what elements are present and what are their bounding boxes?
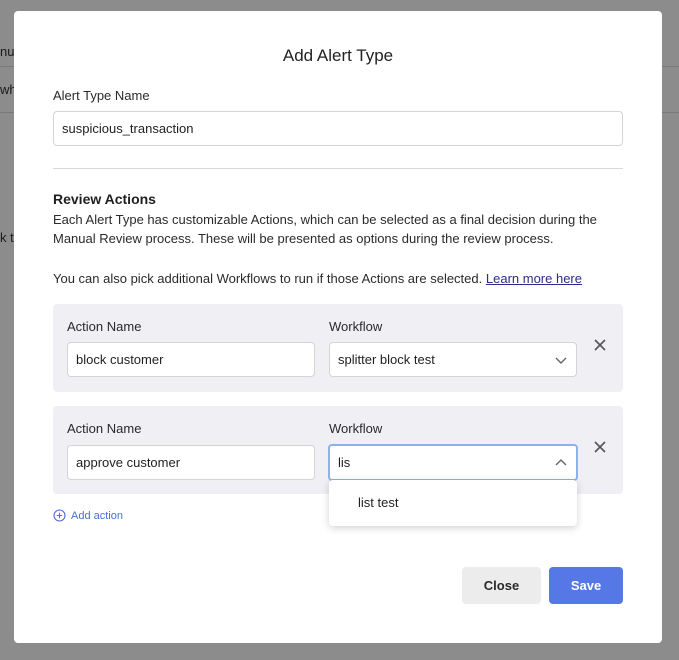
add-action-button[interactable]: Add action (53, 509, 123, 522)
add-alert-type-dialog: Add Alert Type Alert Type Name suspiciou… (14, 11, 662, 643)
action-card: Action Name block customer Workflow spli… (53, 304, 623, 392)
dialog-title: Add Alert Type (282, 46, 394, 65)
chevron-up-icon (555, 458, 567, 465)
review-actions-description: Each Alert Type has customizable Actions… (53, 212, 597, 246)
action-name-label: Action Name (67, 421, 142, 436)
alert-type-name-label: Alert Type Name (53, 88, 150, 103)
learn-more-link[interactable]: Learn more here (486, 271, 582, 286)
action-name-label: Action Name (67, 319, 142, 334)
save-button[interactable]: Save (549, 567, 623, 604)
plus-circle-icon (53, 509, 66, 522)
workflows-description-text: You can also pick additional Workflows t… (53, 271, 483, 286)
section-divider (53, 168, 623, 169)
workflows-description: You can also pick additional Workflows t… (53, 269, 633, 288)
workflow-label: Workflow (329, 421, 383, 436)
workflow-select[interactable]: lis (328, 444, 578, 481)
workflow-search-input[interactable]: lis (338, 455, 350, 470)
workflow-label: Workflow (329, 319, 383, 334)
action-name-input[interactable]: block customer (67, 342, 315, 377)
close-icon[interactable] (592, 337, 608, 353)
workflow-dropdown-menu: list test (329, 480, 577, 526)
chevron-down-icon (555, 357, 567, 364)
alert-type-name-input[interactable]: suspicious_transaction (53, 111, 623, 146)
close-button[interactable]: Close (462, 567, 541, 604)
workflow-select-value: splitter block test (338, 352, 435, 367)
close-icon[interactable] (592, 439, 608, 455)
add-action-label: Add action (71, 509, 123, 522)
dropdown-option[interactable]: list test (358, 495, 398, 510)
review-actions-heading: Review Actions (53, 191, 156, 207)
workflow-select[interactable]: splitter block test (329, 342, 577, 377)
action-name-input[interactable]: approve customer (67, 445, 315, 480)
